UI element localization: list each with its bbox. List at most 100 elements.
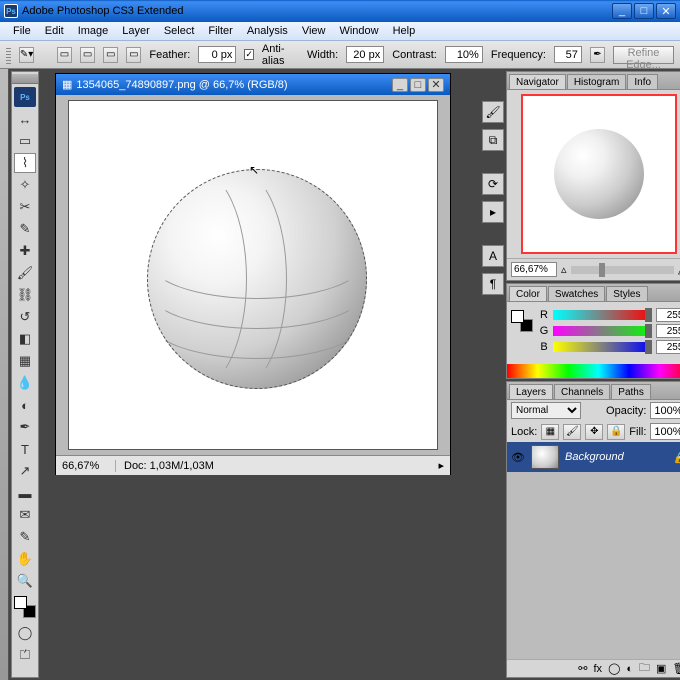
doc-minimize-button[interactable]: _ xyxy=(392,78,408,92)
r-slider[interactable] xyxy=(553,310,652,320)
intersect-selection-button[interactable]: ▭ xyxy=(126,47,141,63)
delete-layer-button[interactable]: 🗑 xyxy=(672,662,680,675)
nav-zoom-slider[interactable] xyxy=(571,266,674,274)
layer-background[interactable]: 👁 Background 🔒 xyxy=(507,442,680,472)
lock-position-button[interactable]: ✥ xyxy=(585,424,603,440)
zoom-tool[interactable]: 🔍 xyxy=(14,571,36,591)
opacity-input[interactable] xyxy=(650,402,680,419)
gradient-tool[interactable]: ▦ xyxy=(14,351,36,371)
blur-tool[interactable]: 💧 xyxy=(14,373,36,393)
eraser-tool[interactable]: ◧ xyxy=(14,329,36,349)
dock-left-strip[interactable] xyxy=(0,69,9,680)
layer-mask-button[interactable]: ◯ xyxy=(608,662,620,675)
marquee-tool[interactable]: ▭ xyxy=(14,131,36,151)
character-panel-icon[interactable]: A xyxy=(482,245,504,267)
tab-swatches[interactable]: Swatches xyxy=(548,286,605,301)
eyedropper-tool[interactable]: ✎ xyxy=(14,527,36,547)
nav-zoom-input[interactable] xyxy=(511,262,557,277)
tab-navigator[interactable]: Navigator xyxy=(509,74,566,89)
close-button[interactable]: ✕ xyxy=(656,3,676,19)
wand-tool[interactable]: ✧ xyxy=(14,175,36,195)
tool-preset-button[interactable]: ✎▾ xyxy=(19,47,34,63)
g-input[interactable] xyxy=(656,324,680,338)
move-tool[interactable]: ↔ xyxy=(14,109,36,129)
document-titlebar[interactable]: ▦1354065_74890897.png @ 66,7% (RGB/8) _ … xyxy=(56,74,450,95)
menu-analysis[interactable]: Analysis xyxy=(240,23,295,39)
tab-channels[interactable]: Channels xyxy=(554,384,610,399)
actions-panel-icon[interactable]: ▸ xyxy=(482,201,504,223)
tab-paths[interactable]: Paths xyxy=(611,384,651,399)
new-selection-button[interactable]: ▭ xyxy=(57,47,72,63)
feather-input[interactable] xyxy=(198,46,236,63)
frequency-input[interactable] xyxy=(554,46,582,63)
brush-panel-icon[interactable]: 🖌 xyxy=(482,101,504,123)
antialias-checkbox[interactable] xyxy=(244,49,254,60)
grip-icon[interactable] xyxy=(6,46,11,64)
subtract-selection-button[interactable]: ▭ xyxy=(103,47,118,63)
pen-tool[interactable]: ✒ xyxy=(14,417,36,437)
lock-pixels-button[interactable]: 🖌 xyxy=(563,424,581,440)
history-brush-tool[interactable]: ↺ xyxy=(14,307,36,327)
menu-layer[interactable]: Layer xyxy=(115,23,157,39)
group-button[interactable]: 🗀 xyxy=(639,659,650,678)
tab-histogram[interactable]: Histogram xyxy=(567,74,627,89)
zoom-field[interactable]: 66,67% xyxy=(62,460,116,472)
canvas[interactable]: ↖ xyxy=(68,100,438,450)
layer-style-button[interactable]: fx xyxy=(594,663,603,675)
crop-tool[interactable]: ✂ xyxy=(14,197,36,217)
lock-all-button[interactable]: 🔒 xyxy=(607,424,625,440)
tab-info[interactable]: Info xyxy=(627,74,658,89)
hand-tool[interactable]: ✋ xyxy=(14,549,36,569)
visibility-icon[interactable]: 👁 xyxy=(511,450,525,464)
menu-view[interactable]: View xyxy=(295,23,333,39)
b-slider[interactable] xyxy=(553,342,652,352)
b-input[interactable] xyxy=(656,340,680,354)
slice-tool[interactable]: ✎ xyxy=(14,219,36,239)
notes-tool[interactable]: ✉ xyxy=(14,505,36,525)
adjustment-layer-button[interactable]: ◐ xyxy=(626,663,633,675)
link-layers-button[interactable]: ⚯ xyxy=(578,662,587,675)
brush-tool[interactable]: 🖌 xyxy=(14,263,36,283)
contrast-input[interactable] xyxy=(445,46,483,63)
blend-mode-select[interactable]: Normal xyxy=(511,402,581,419)
minimize-button[interactable]: _ xyxy=(612,3,632,19)
menu-select[interactable]: Select xyxy=(157,23,202,39)
doc-maximize-button[interactable]: □ xyxy=(410,78,426,92)
new-layer-button[interactable]: ▣ xyxy=(656,662,666,675)
add-selection-button[interactable]: ▭ xyxy=(80,47,95,63)
navigator-thumbnail[interactable] xyxy=(521,94,677,254)
fill-input[interactable] xyxy=(650,423,680,440)
path-tool[interactable]: ↗ xyxy=(14,461,36,481)
maximize-button[interactable]: □ xyxy=(634,3,654,19)
layer-thumbnail[interactable] xyxy=(531,445,559,469)
color-swatch[interactable] xyxy=(14,596,36,618)
clone-panel-icon[interactable]: ⧉ xyxy=(482,129,504,151)
lasso-tool[interactable]: ⌇ xyxy=(14,153,36,173)
tab-color[interactable]: Color xyxy=(509,286,547,301)
lock-transparent-button[interactable]: ▦ xyxy=(541,424,559,440)
shape-tool[interactable]: ▬ xyxy=(14,483,36,503)
type-tool[interactable]: T xyxy=(14,439,36,459)
g-slider[interactable] xyxy=(553,326,652,336)
doc-close-button[interactable]: ✕ xyxy=(428,78,444,92)
menu-filter[interactable]: Filter xyxy=(201,23,239,39)
history-panel-icon[interactable]: ⟳ xyxy=(482,173,504,195)
menu-image[interactable]: Image xyxy=(71,23,116,39)
menu-file[interactable]: File xyxy=(6,23,38,39)
color-panel-swatch[interactable] xyxy=(511,310,533,332)
screenmode-button[interactable]: ⏍ xyxy=(14,645,36,665)
zoom-out-icon[interactable]: ▵ xyxy=(561,263,567,276)
tab-layers[interactable]: Layers xyxy=(509,384,553,399)
toolbox-grip[interactable] xyxy=(12,74,38,84)
paragraph-panel-icon[interactable]: ¶ xyxy=(482,273,504,295)
pen-pressure-button[interactable]: ✒ xyxy=(590,47,605,63)
tab-styles[interactable]: Styles xyxy=(606,286,647,301)
r-input[interactable] xyxy=(656,308,680,322)
menu-help[interactable]: Help xyxy=(386,23,423,39)
stamp-tool[interactable]: ⛓ xyxy=(14,285,36,305)
quickmask-button[interactable]: ◯ xyxy=(14,623,36,643)
healing-tool[interactable]: ✚ xyxy=(14,241,36,261)
menu-edit[interactable]: Edit xyxy=(38,23,71,39)
spectrum-ramp[interactable] xyxy=(507,364,680,378)
menu-window[interactable]: Window xyxy=(332,23,385,39)
